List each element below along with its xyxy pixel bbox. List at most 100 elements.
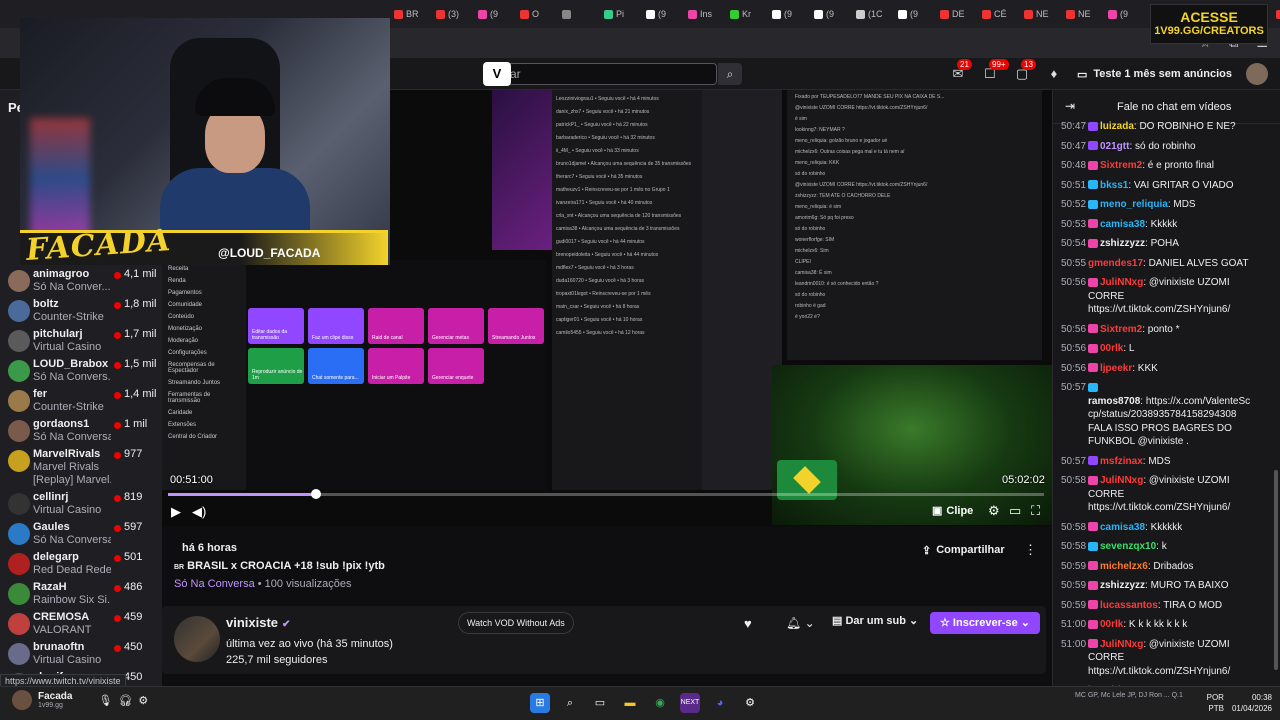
chat-username[interactable]: zshizzyzz bbox=[1100, 580, 1145, 591]
browser-tab[interactable]: (9 bbox=[642, 3, 682, 25]
quick-action-label: Chat somente para... bbox=[312, 375, 359, 381]
chrome-icon[interactable]: ◉ bbox=[650, 693, 670, 713]
seek-bar[interactable] bbox=[168, 489, 1044, 499]
sidebar-channel-item[interactable]: fer Counter-Strike 1,4 mil bbox=[0, 386, 162, 416]
sidebar-channel-item[interactable]: boltz Counter-Strike 1,8 mil bbox=[0, 296, 162, 326]
chat-username[interactable]: sevenzqx10 bbox=[1100, 541, 1156, 552]
taskbar-search-icon[interactable]: ⌕ bbox=[560, 693, 580, 713]
browser-tab[interactable]: (9 bbox=[810, 3, 850, 25]
follow-heart-icon[interactable]: ♥ bbox=[744, 616, 752, 631]
browser-tab[interactable]: O bbox=[516, 3, 556, 25]
inbox-icon[interactable]: ✉ 21 bbox=[949, 59, 972, 83]
notifications-icon[interactable]: ☐ 99+ bbox=[981, 59, 1009, 83]
browser-tab[interactable]: (9 bbox=[894, 3, 934, 25]
channel-avatar bbox=[8, 420, 30, 442]
browser-tab[interactable]: BR bbox=[390, 3, 430, 25]
browser-tab[interactable]: Kr bbox=[726, 3, 766, 25]
sidebar-channel-item[interactable]: delegarpRed Dead Rede... 501 bbox=[0, 549, 162, 579]
chat-username[interactable]: 00rlk bbox=[1100, 343, 1123, 354]
browser-tab[interactable]: (3) bbox=[432, 3, 472, 25]
chat-username[interactable]: zshizzyzz bbox=[1100, 238, 1145, 249]
sidebar-channel-item[interactable]: cellinrj Virtual Casino 819 bbox=[0, 489, 162, 519]
file-explorer-icon[interactable]: ▬ bbox=[620, 693, 640, 713]
play-icon[interactable]: ▶ bbox=[171, 504, 181, 520]
chat-username[interactable]: 021gtt bbox=[1100, 141, 1129, 152]
turbo-trial-button[interactable]: ▭ Teste 1 mês sem anúncios bbox=[1077, 68, 1232, 81]
notification-bell-icon[interactable]: 🔔︎ ⌄ bbox=[786, 616, 815, 630]
chat-username[interactable]: luizada bbox=[1100, 121, 1134, 132]
browser-tab[interactable]: De bbox=[1272, 3, 1280, 25]
subscribe-button[interactable]: ☆ Inscrever-se ⌄ bbox=[930, 612, 1041, 634]
clock[interactable]: 00:38 01/04/2026 bbox=[1232, 692, 1272, 714]
volume-icon[interactable]: ◀) bbox=[192, 504, 206, 520]
sidebar-channel-item[interactable]: animagroo Só Na Conver... 4,1 mil bbox=[0, 266, 162, 296]
watch-vod-without-ads-button[interactable]: Watch VOD Without Ads bbox=[458, 612, 574, 634]
search-input[interactable]: ar bbox=[497, 63, 717, 85]
app-next-icon[interactable]: NEXT bbox=[680, 693, 700, 713]
settings-icon[interactable]: ⚙ bbox=[740, 693, 760, 713]
chat-username[interactable]: Sixtrem2 bbox=[1100, 324, 1142, 335]
fullscreen-icon[interactable]: ⛶ bbox=[1031, 503, 1040, 519]
chat-scrollbar[interactable] bbox=[1274, 470, 1278, 670]
chat-username[interactable]: Sixtrem2 bbox=[1100, 160, 1142, 171]
chat-username[interactable]: camisa38 bbox=[1100, 219, 1145, 230]
discord-icon[interactable]: ◕ bbox=[710, 693, 730, 713]
browser-tab[interactable]: NE bbox=[1020, 3, 1060, 25]
category-link[interactable]: Só Na Conversa bbox=[174, 578, 255, 590]
whispers-icon[interactable]: ▢ 13 bbox=[1013, 59, 1036, 83]
chat-username[interactable]: 00rlk bbox=[1100, 619, 1123, 630]
chat-username[interactable]: bkss1 bbox=[1100, 180, 1128, 191]
language-indicator[interactable]: POR PTB bbox=[1207, 692, 1224, 714]
channel-name[interactable]: vinixiste ✔ bbox=[226, 615, 290, 630]
browser-tab[interactable]: (1C bbox=[852, 3, 892, 25]
gift-sub-button[interactable]: ▤ Dar um sub ⌄ bbox=[832, 614, 918, 627]
theatre-mode-icon[interactable]: ▭ bbox=[1009, 503, 1021, 519]
sidebar-channel-item[interactable]: CREMOSA VALORANT 459 bbox=[0, 609, 162, 639]
prime-crown-icon[interactable]: ♦ bbox=[1045, 65, 1063, 83]
chat-username[interactable]: JuliNNxg bbox=[1100, 475, 1143, 486]
browser-tab[interactable] bbox=[558, 3, 598, 25]
user-avatar[interactable] bbox=[1246, 63, 1268, 85]
collapse-chat-icon[interactable]: ⇥ bbox=[1065, 99, 1075, 113]
browser-tab[interactable]: (9 bbox=[474, 3, 514, 25]
browser-tab[interactable]: DE bbox=[936, 3, 976, 25]
discord-user-panel[interactable]: Facada 1v99.gg 🎙︎ 🎧︎ ⚙ bbox=[12, 690, 148, 710]
chat-username[interactable]: JuliNNxg bbox=[1100, 639, 1143, 650]
chat-username[interactable]: meno_reliquia bbox=[1100, 199, 1168, 210]
channel-avatar[interactable] bbox=[174, 616, 220, 662]
browser-tab[interactable]: (9 bbox=[1104, 3, 1144, 25]
sidebar-channel-item[interactable]: MarvelRivals Marvel Rivals 977 [Replay] Mar… bbox=[0, 446, 162, 486]
chat-username[interactable]: ramos8708 bbox=[1088, 396, 1140, 407]
microphone-icon[interactable]: 🎙︎ bbox=[98, 694, 112, 707]
sidebar-channel-item[interactable]: RazaH Rainbow Six Si... 486 bbox=[0, 579, 162, 609]
windows-start-icon[interactable]: ⊞ bbox=[530, 693, 550, 713]
chat-username[interactable]: gmendes17 bbox=[1088, 258, 1143, 269]
sidebar-channel-item[interactable]: pitchularj Virtual Casino 1,7 mil bbox=[0, 326, 162, 356]
chat-username[interactable]: JuliNNxg bbox=[1100, 277, 1143, 288]
task-view-icon[interactable]: ▭ bbox=[590, 693, 610, 713]
browser-tab[interactable]: Ins bbox=[684, 3, 724, 25]
browser-tab[interactable]: NE bbox=[1062, 3, 1102, 25]
tab-label: (3) bbox=[448, 9, 459, 19]
sidebar-channel-item[interactable]: LOUD_Brabox Só Na Convers... 1,5 mil bbox=[0, 356, 162, 386]
chat-username[interactable]: lucassantos bbox=[1100, 600, 1158, 611]
browser-tab[interactable]: (9 bbox=[768, 3, 808, 25]
chat-username[interactable]: michelzx6 bbox=[1100, 561, 1148, 572]
search-icon[interactable]: ⌕ bbox=[718, 63, 742, 85]
discord-settings-icon[interactable]: ⚙ bbox=[138, 694, 148, 707]
settings-gear-icon[interactable]: ⚙ bbox=[988, 503, 1000, 519]
sidebar-channel-item[interactable]: brunaoftn Virtual Casino 450 bbox=[0, 639, 162, 669]
share-button[interactable]: ⇪ Compartilhar bbox=[922, 544, 1005, 557]
headphones-icon[interactable]: 🎧︎ bbox=[118, 694, 132, 707]
seek-bar-handle[interactable] bbox=[311, 489, 322, 499]
clip-button[interactable]: ▣ Clipe bbox=[932, 504, 973, 518]
extension-logo-icon[interactable]: V bbox=[483, 62, 511, 86]
browser-tab[interactable]: CÉ bbox=[978, 3, 1018, 25]
chat-username[interactable]: ljpeekr bbox=[1100, 363, 1132, 374]
sidebar-channel-item[interactable]: gordaons1 Só Na Conversa 1 mil bbox=[0, 416, 162, 446]
chat-username[interactable]: msfzinax bbox=[1100, 456, 1143, 467]
chat-username[interactable]: camisa38 bbox=[1100, 522, 1145, 533]
more-options-icon[interactable]: ⋮ bbox=[1024, 542, 1037, 558]
browser-tab[interactable]: Pi bbox=[600, 3, 640, 25]
sidebar-channel-item[interactable]: Gaules Só Na Conversa 597 bbox=[0, 519, 162, 549]
